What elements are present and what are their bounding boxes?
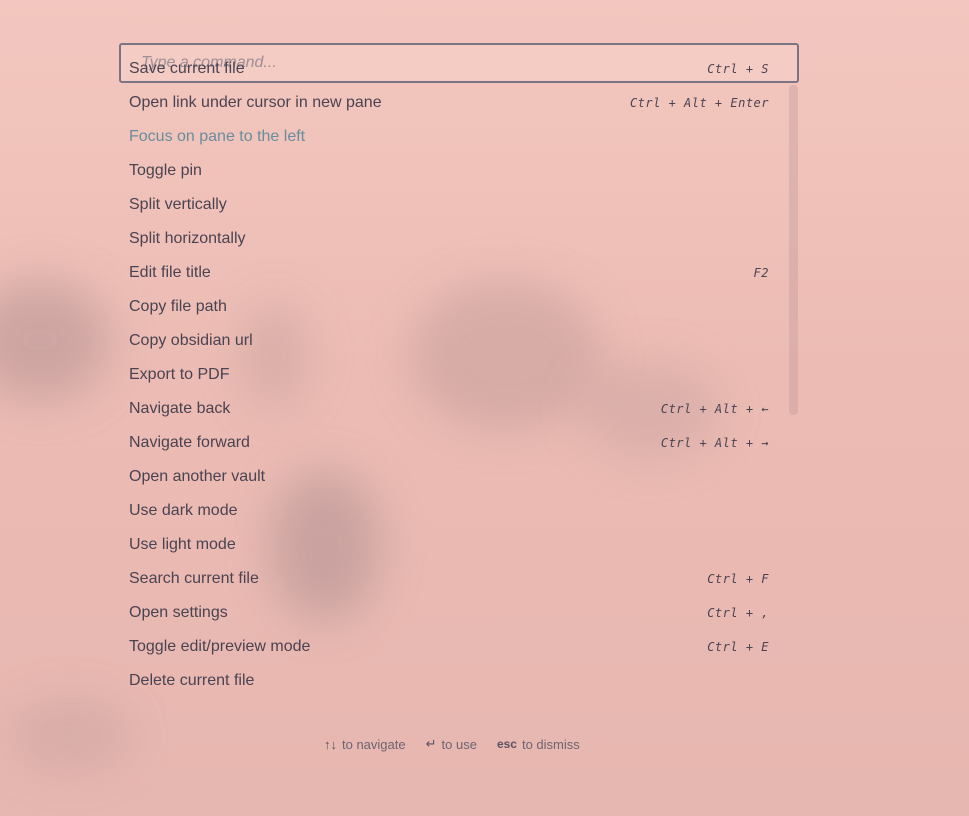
command-item[interactable]: Copy file path (129, 290, 769, 324)
command-item[interactable]: Navigate back Ctrl + Alt + ← (129, 392, 769, 426)
command-label: Copy obsidian url (129, 332, 253, 349)
scrollbar-thumb[interactable] (789, 85, 798, 415)
command-label: Search current file (129, 570, 259, 587)
command-item[interactable]: Open another vault (129, 460, 769, 494)
command-palette: Save current file Ctrl + S Open link under… (119, 43, 799, 685)
palette-footer: ↑↓ to navigate ↵ to use esc to dismiss (324, 736, 580, 752)
command-item[interactable]: Save current file Ctrl + S (129, 52, 769, 86)
command-item[interactable]: Delete current file (129, 664, 769, 685)
command-label: Toggle edit/preview mode (129, 638, 311, 655)
command-label: Focus on pane to the left (129, 128, 306, 145)
backdrop-blur-shape (10, 700, 130, 770)
enter-key-icon: ↵ (425, 736, 437, 751)
command-item[interactable]: Toggle edit/preview mode Ctrl + E (129, 630, 769, 664)
command-label: Export to PDF (129, 366, 230, 383)
command-item[interactable]: Search current file Ctrl + F (129, 562, 769, 596)
command-label: Delete current file (129, 672, 255, 685)
command-item[interactable]: Copy obsidian url (129, 324, 769, 358)
hint-navigate-label: to navigate (342, 736, 406, 752)
command-label: Open link under cursor in new pane (129, 94, 382, 111)
command-label: Toggle pin (129, 162, 202, 179)
command-label: Open settings (129, 604, 228, 621)
command-shortcut: F2 (753, 266, 769, 280)
command-shortcut: Ctrl + E (707, 640, 769, 654)
command-item[interactable]: Use light mode (129, 528, 769, 562)
command-label: Split horizontally (129, 230, 246, 247)
command-item[interactable]: Split horizontally (129, 222, 769, 256)
hint-dismiss: esc to dismiss (497, 736, 580, 752)
command-item[interactable]: Navigate forward Ctrl + Alt + → (129, 426, 769, 460)
command-label: Open another vault (129, 468, 266, 485)
command-shortcut: Ctrl + Alt + ← (660, 402, 769, 416)
command-shortcut: Ctrl + S (707, 62, 769, 76)
command-label: Save current file (129, 60, 245, 77)
command-shortcut: Ctrl + F (707, 572, 769, 586)
command-label: Use light mode (129, 536, 236, 553)
hint-use-label: to use (441, 736, 477, 752)
esc-key-label: esc (496, 737, 517, 751)
command-shortcut: Ctrl + Alt + → (660, 436, 769, 450)
command-shortcut: Ctrl + Alt + Enter (629, 96, 769, 110)
command-item[interactable]: Edit file title F2 (129, 256, 769, 290)
command-shortcut: Ctrl + , (707, 606, 769, 620)
command-item[interactable]: Open settings Ctrl + , (129, 596, 769, 630)
hint-dismiss-label: to dismiss (521, 736, 580, 752)
command-list[interactable]: Save current file Ctrl + S Open link under… (119, 3, 799, 685)
command-item[interactable]: Focus on pane to the left (129, 120, 769, 154)
command-item[interactable]: Toggle pin (129, 154, 769, 188)
command-item[interactable]: Export to PDF (129, 358, 769, 392)
command-label: Copy file path (129, 298, 227, 315)
hint-navigate: ↑↓ to navigate (324, 736, 406, 752)
command-item[interactable]: Use dark mode (129, 494, 769, 528)
command-label: Navigate forward (129, 434, 250, 451)
hint-use: ↵ to use (426, 736, 477, 752)
arrow-keys-icon: ↑↓ (324, 736, 337, 752)
command-label: Split vertically (129, 196, 227, 213)
command-label: Navigate back (129, 400, 231, 417)
command-item[interactable]: Split vertically (129, 188, 769, 222)
command-item[interactable]: Open link under cursor in new pane Ctrl +… (129, 86, 769, 120)
command-label: Edit file title (129, 264, 211, 281)
command-label: Use dark mode (129, 502, 238, 519)
backdrop-blur-shape (0, 280, 110, 400)
